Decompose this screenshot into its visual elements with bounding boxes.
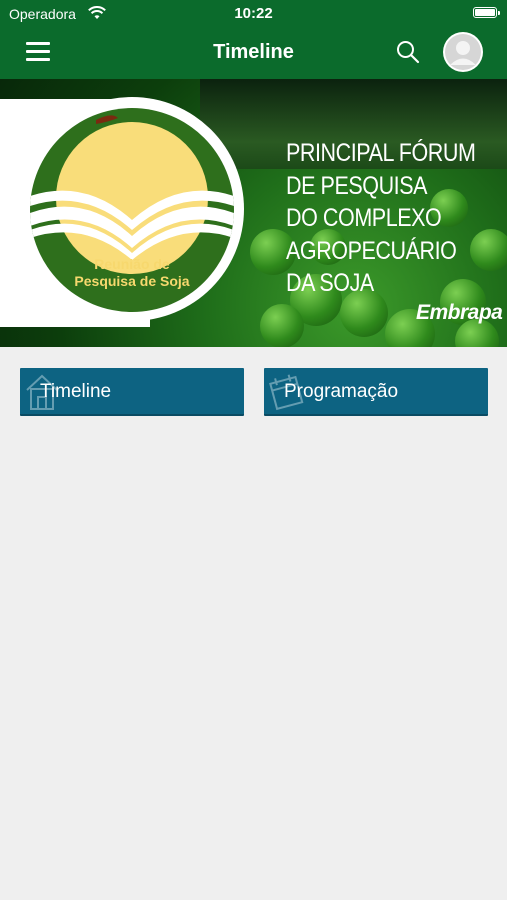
- status-time: 10:22: [234, 5, 273, 22]
- logo-text-line1: Reunião de: [94, 256, 170, 272]
- headline-line: DO COMPLEXO: [286, 204, 442, 232]
- headline-line: PRINCIPAL FÓRUM: [286, 139, 476, 167]
- logo-emblem: Reunião de Pesquisa de Soja: [30, 108, 234, 312]
- headline-line: DA SOJA: [286, 269, 374, 297]
- logo-caption: Reunião de Pesquisa de Soja: [30, 256, 234, 290]
- status-bar: Operadora 10:22: [0, 0, 507, 28]
- soybean-decoration: [470, 229, 507, 271]
- search-icon[interactable]: [396, 40, 420, 69]
- page-title: Timeline: [213, 41, 294, 63]
- event-banner: Reunião de Pesquisa de Soja PRINCIPAL FÓ…: [0, 79, 507, 347]
- headline-line: AGROPECUÁRIO: [286, 236, 457, 265]
- timeline-tile-button[interactable]: Timeline: [20, 368, 244, 416]
- timeline-tile-label: Timeline: [40, 381, 112, 402]
- navigation-bar: Timeline: [0, 28, 507, 79]
- logo-text-line2: Pesquisa de Soja: [74, 273, 190, 289]
- battery-icon: [473, 7, 500, 18]
- soybean-decoration: [260, 304, 304, 347]
- user-avatar-icon[interactable]: [443, 32, 483, 72]
- embrapa-logo: Embrapa: [416, 301, 503, 324]
- banner-headline: PRINCIPAL FÓRUM DE PESQUISA DO COMPLEXO …: [286, 137, 476, 300]
- programacao-tile-button[interactable]: Programação: [264, 368, 488, 416]
- programacao-tile-label: Programação: [284, 381, 399, 402]
- headline-line: DE PESQUISA: [286, 171, 428, 200]
